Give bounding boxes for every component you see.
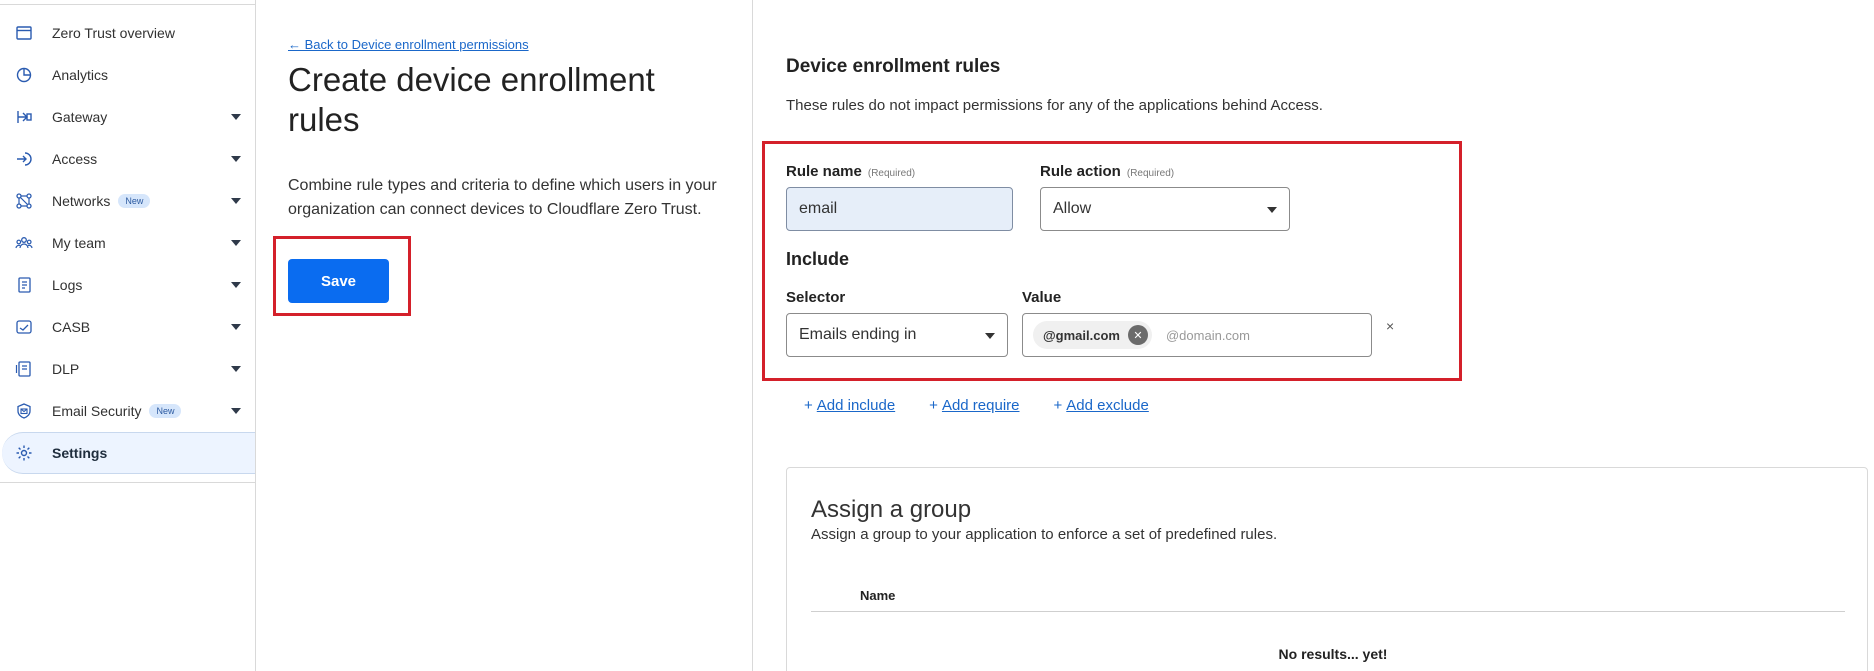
table-header-divider bbox=[811, 611, 1845, 612]
value-tags-input[interactable]: @gmail.com ✕ @domain.com bbox=[1022, 313, 1372, 357]
sidebar-item-email-security[interactable]: Email Security New bbox=[0, 390, 255, 432]
sidebar-item-networks[interactable]: Networks New bbox=[0, 180, 255, 222]
sidebar-item-label: DLP bbox=[52, 361, 80, 377]
chevron-down-icon[interactable] bbox=[231, 156, 241, 162]
sidebar-nav: Zero Trust overview Analytics Gateway Ac… bbox=[0, 12, 255, 483]
sidebar-divider bbox=[0, 482, 255, 483]
sidebar-item-label: Email Security bbox=[52, 403, 142, 419]
selector-value: Emails ending in bbox=[799, 326, 917, 343]
sidebar-item-dlp[interactable]: DLP bbox=[0, 348, 255, 390]
sidebar-item-label: Settings bbox=[52, 445, 108, 461]
gateway-icon bbox=[14, 107, 34, 127]
add-exclude-label: Add exclude bbox=[1066, 397, 1149, 414]
assign-group-card: Assign a group Assign a group to your ap… bbox=[786, 467, 1868, 671]
sidebar-item-access[interactable]: Access bbox=[0, 138, 255, 180]
window-icon bbox=[14, 23, 34, 43]
sidebar-item-label: CASB bbox=[52, 319, 91, 335]
add-links: + Add include + Add require + Add exclude bbox=[804, 397, 1149, 414]
empty-state-text: No results... yet! bbox=[1278, 646, 1388, 662]
network-icon bbox=[14, 191, 34, 211]
chevron-down-icon[interactable] bbox=[231, 282, 241, 288]
card-description: Assign a group to your application to en… bbox=[811, 526, 1278, 543]
email-security-icon bbox=[14, 401, 34, 421]
value-label: Value bbox=[1022, 289, 1062, 306]
rule-name-input[interactable]: email bbox=[786, 187, 1013, 231]
selector-select[interactable]: Emails ending in bbox=[786, 313, 1008, 357]
rule-name-label-text: Rule name bbox=[786, 163, 862, 180]
sidebar-item-label: Networks bbox=[52, 193, 111, 209]
chart-pie-icon bbox=[14, 65, 34, 85]
sidebar-item-settings[interactable]: Settings bbox=[2, 432, 255, 474]
chevron-down-icon[interactable] bbox=[231, 324, 241, 330]
chevron-down-icon[interactable] bbox=[231, 114, 241, 120]
rule-action-label-text: Rule action bbox=[1040, 163, 1121, 180]
chevron-down-icon[interactable] bbox=[231, 408, 241, 414]
selector-label: Selector bbox=[786, 289, 846, 306]
chevron-down-icon[interactable] bbox=[231, 366, 241, 372]
rules-column: Device enrollment rules These rules do n… bbox=[754, 0, 1874, 671]
chevron-down-icon[interactable] bbox=[231, 198, 241, 204]
sidebar-item-label: Zero Trust overview bbox=[52, 25, 175, 41]
sidebar-item-label: Analytics bbox=[52, 67, 109, 83]
sidebar-item-label: Gateway bbox=[52, 109, 108, 125]
value-chip-text: @gmail.com bbox=[1043, 327, 1120, 343]
table-header-name[interactable]: Name bbox=[860, 588, 895, 603]
access-icon bbox=[14, 149, 34, 169]
team-icon bbox=[14, 233, 34, 253]
sidebar-top-divider bbox=[0, 0, 255, 5]
value-chip: @gmail.com ✕ bbox=[1033, 321, 1152, 349]
value-placeholder[interactable]: @domain.com bbox=[1166, 328, 1250, 343]
sidebar-item-zero-trust-overview[interactable]: Zero Trust overview bbox=[0, 12, 255, 54]
sidebar-item-analytics[interactable]: Analytics bbox=[0, 54, 255, 96]
plus-icon: + bbox=[929, 397, 938, 414]
plus-icon: + bbox=[804, 397, 813, 414]
sidebar-item-casb[interactable]: CASB bbox=[0, 306, 255, 348]
new-badge: New bbox=[149, 404, 182, 418]
rule-action-select[interactable]: Allow bbox=[1040, 187, 1290, 231]
save-button[interactable]: Save bbox=[288, 259, 389, 303]
plus-icon: + bbox=[1053, 397, 1063, 414]
new-badge: New bbox=[118, 194, 151, 208]
rule-action-value: Allow bbox=[1053, 200, 1092, 217]
sidebar: Zero Trust overview Analytics Gateway Ac… bbox=[0, 0, 256, 671]
rule-name-label: Rule name (Required) bbox=[786, 163, 915, 180]
rule-name-value: email bbox=[799, 200, 838, 217]
sidebar-item-my-team[interactable]: My team bbox=[0, 222, 255, 264]
gear-icon bbox=[14, 443, 34, 463]
back-link[interactable]: ← Back to Device enrollment permissions bbox=[288, 37, 529, 52]
page-description: Combine rule types and criteria to defin… bbox=[288, 177, 717, 218]
page-title: Create device enrollment rules bbox=[288, 61, 655, 138]
sidebar-item-label: Logs bbox=[52, 277, 83, 293]
page-intro-column: ← Back to Device enrollment permissions … bbox=[256, 0, 753, 671]
add-exclude-link[interactable]: + Add exclude bbox=[1054, 397, 1149, 414]
required-hint: (Required) bbox=[867, 168, 916, 179]
add-include-link[interactable]: + Add include bbox=[804, 397, 895, 414]
sidebar-item-logs[interactable]: Logs bbox=[0, 264, 255, 306]
chevron-down-icon bbox=[985, 333, 995, 339]
include-title: Include bbox=[786, 249, 850, 269]
add-require-link[interactable]: + Add require bbox=[929, 397, 1019, 414]
add-include-label: Add include bbox=[816, 397, 896, 414]
card-title: Assign a group bbox=[811, 496, 972, 523]
logs-icon bbox=[14, 275, 34, 295]
dlp-icon bbox=[14, 359, 34, 379]
sidebar-item-gateway[interactable]: Gateway bbox=[0, 96, 255, 138]
remove-row-icon[interactable]: × bbox=[1386, 318, 1394, 334]
rule-action-label: Rule action (Required) bbox=[1040, 163, 1174, 180]
chevron-down-icon bbox=[1267, 207, 1277, 213]
sidebar-item-label: My team bbox=[52, 235, 106, 251]
section-title: Device enrollment rules bbox=[786, 56, 1001, 77]
required-hint: (Required) bbox=[1126, 168, 1175, 179]
add-require-label: Add require bbox=[941, 397, 1020, 414]
chip-remove-icon[interactable]: ✕ bbox=[1127, 325, 1148, 345]
section-description: These rules do not impact permissions fo… bbox=[786, 97, 1323, 114]
sidebar-item-label: Access bbox=[52, 151, 98, 167]
chevron-down-icon[interactable] bbox=[231, 240, 241, 246]
casb-icon bbox=[14, 317, 34, 337]
